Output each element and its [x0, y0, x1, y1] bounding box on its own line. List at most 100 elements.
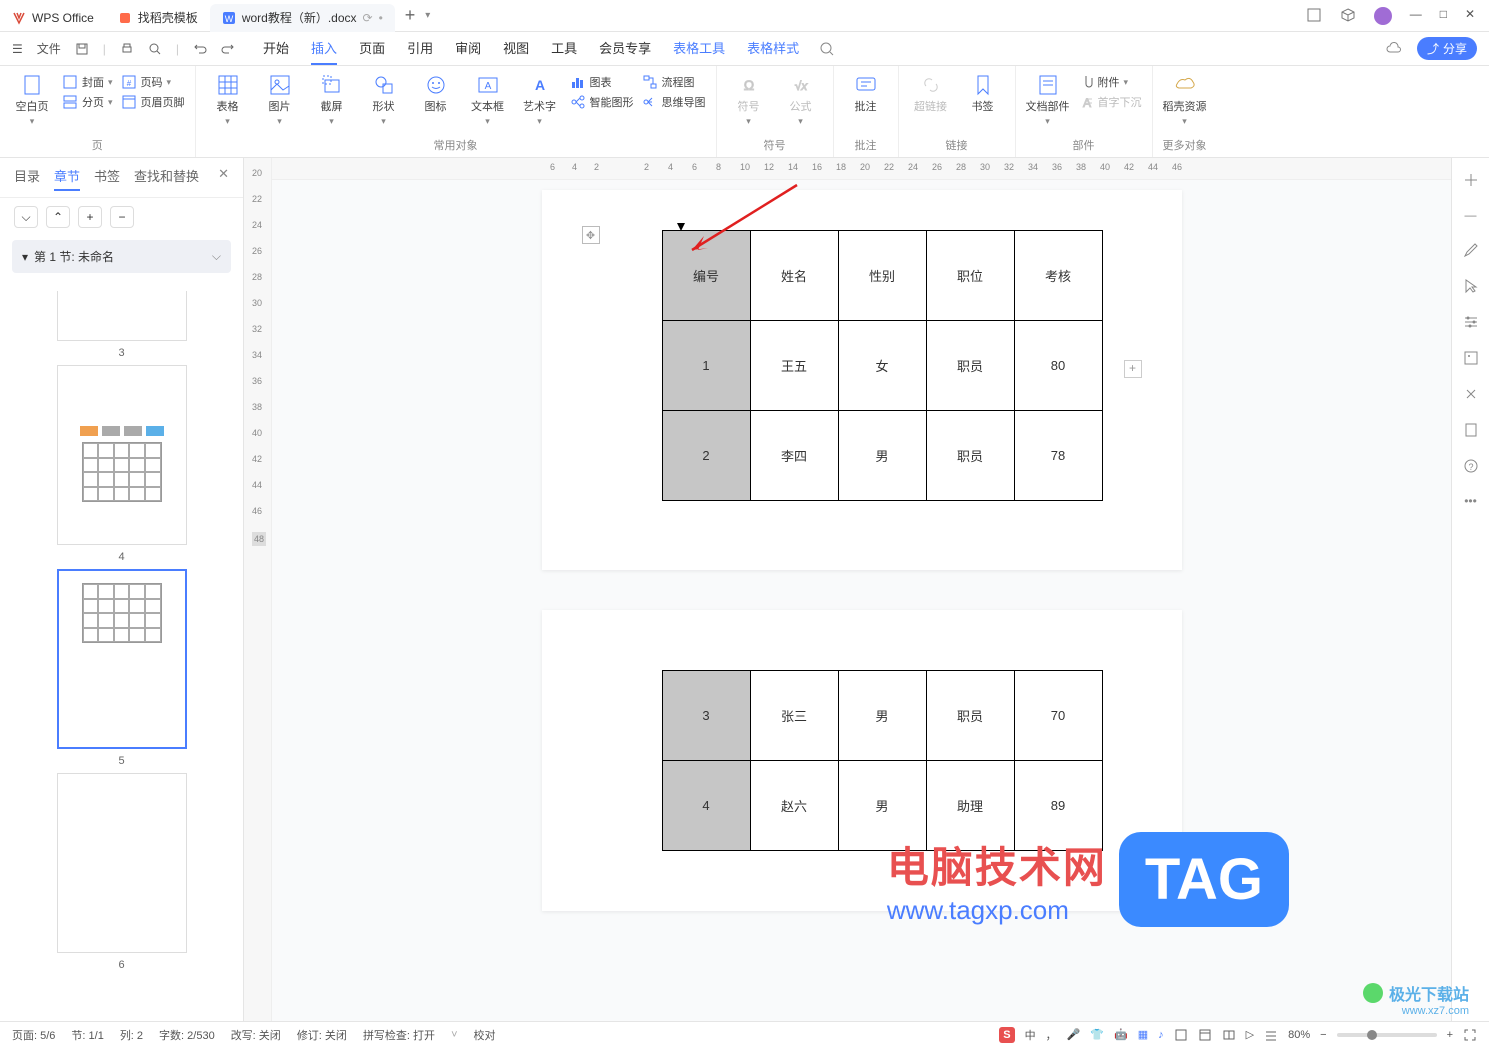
zoom-slider[interactable]	[1337, 1033, 1437, 1037]
page-thumb-5[interactable]	[57, 569, 187, 749]
page-thumb-4[interactable]	[57, 365, 187, 545]
search-icon[interactable]	[819, 41, 835, 57]
status-overwrite[interactable]: 改写: 关闭	[231, 1027, 281, 1043]
icon-button[interactable]: 图标	[414, 70, 458, 114]
add-column-button[interactable]: +	[1124, 360, 1142, 378]
shape-button[interactable]: 形状▾	[362, 70, 406, 127]
sidebar-tab-toc[interactable]: 目录	[14, 166, 40, 191]
section-menu-icon[interactable]: ⌵	[212, 249, 221, 264]
cell[interactable]: 70	[1014, 671, 1102, 761]
minus-icon[interactable]: —	[1465, 208, 1477, 222]
sidebar-tab-bookmark[interactable]: 书签	[94, 166, 120, 191]
cell[interactable]: 职员	[926, 411, 1014, 501]
status-column[interactable]: 列: 2	[120, 1027, 143, 1043]
status-page[interactable]: 页面: 5/6	[12, 1027, 55, 1043]
zoom-value[interactable]: 80%	[1288, 1029, 1310, 1041]
grid-icon[interactable]: ▦	[1138, 1028, 1148, 1041]
cell[interactable]: 78	[1014, 411, 1102, 501]
wordart-button[interactable]: A艺术字▾	[518, 70, 562, 127]
cell[interactable]: 王五	[750, 321, 838, 411]
chart-button[interactable]: 图表	[570, 74, 634, 90]
page-thumb-6[interactable]	[57, 773, 187, 953]
sidebar-remove-button[interactable]: −	[110, 206, 134, 228]
play-icon[interactable]: ▷	[1246, 1028, 1254, 1041]
app-tab[interactable]: WPS Office	[0, 4, 106, 32]
sidebar-close-icon[interactable]: ✕	[218, 166, 229, 191]
cell[interactable]: 3	[662, 671, 750, 761]
pagebreak-button[interactable]: 分页▾	[62, 94, 113, 110]
cell[interactable]: 张三	[750, 671, 838, 761]
print-preview-icon[interactable]	[148, 42, 162, 56]
flowchart-button[interactable]: 流程图	[642, 74, 706, 90]
status-section[interactable]: 节: 1/1	[71, 1027, 103, 1043]
headerfooter-button[interactable]: 页眉页脚	[121, 94, 185, 110]
resource-button[interactable]: 稻壳资源▾	[1163, 70, 1207, 127]
status-words[interactable]: 字数: 2/530	[159, 1027, 215, 1043]
minimize-button[interactable]: —	[1410, 7, 1422, 25]
sidebar-tab-chapter[interactable]: 章节	[54, 166, 80, 191]
blank-page-button[interactable]: 空白页▾	[10, 70, 54, 127]
tab-view[interactable]: 视图	[503, 32, 529, 65]
smartart-button[interactable]: 智能图形	[570, 94, 634, 110]
sidebar-add-button[interactable]: +	[78, 206, 102, 228]
cover-button[interactable]: 封面▾	[62, 74, 113, 90]
table-button[interactable]: 表格▾	[206, 70, 250, 127]
status-proof[interactable]: 校对	[474, 1027, 496, 1043]
view-web-icon[interactable]	[1198, 1028, 1212, 1042]
help-icon[interactable]: ?	[1463, 458, 1479, 474]
image-icon[interactable]	[1463, 350, 1479, 366]
more-icon[interactable]: •••	[1464, 494, 1477, 508]
symbol-button[interactable]: Ω符号▾	[727, 70, 771, 127]
share-button[interactable]: ⤴分享	[1417, 37, 1477, 60]
formula-button[interactable]: √x公式▾	[779, 70, 823, 127]
cell[interactable]: 职员	[926, 671, 1014, 761]
page-thumb-3[interactable]	[57, 291, 187, 341]
th-position[interactable]: 职位	[926, 231, 1014, 321]
th-score[interactable]: 考核	[1014, 231, 1102, 321]
cell[interactable]: 职员	[926, 321, 1014, 411]
wrench-icon[interactable]	[1463, 386, 1479, 402]
page-5[interactable]: ✥ 编号 姓名 性别 职位 考核 1 王五 女 职员 80	[542, 190, 1182, 570]
data-table-1[interactable]: 编号 姓名 性别 职位 考核 1 王五 女 职员 80 2 李四 男	[662, 230, 1103, 501]
cell[interactable]: 李四	[750, 411, 838, 501]
view-print-icon[interactable]	[1174, 1028, 1188, 1042]
cell[interactable]: 男	[838, 671, 926, 761]
docpart-button[interactable]: 文档部件▾	[1026, 70, 1070, 127]
fullscreen-icon[interactable]	[1463, 1028, 1477, 1042]
document-tab[interactable]: W word教程（新）.docx ⟳ •	[210, 4, 395, 32]
new-tab-button[interactable]: +	[395, 5, 426, 26]
table-move-handle[interactable]: ✥	[582, 226, 600, 244]
attachment-button[interactable]: 附件▾	[1078, 74, 1142, 90]
close-button[interactable]: ✕	[1465, 7, 1475, 25]
sidebar-collapse-button[interactable]: ⌵	[14, 206, 38, 228]
mindmap-button[interactable]: 思维导图	[642, 94, 706, 110]
picture-button[interactable]: 图片▾	[258, 70, 302, 127]
mic-icon[interactable]: 🎤	[1067, 1028, 1081, 1041]
music-icon[interactable]: ♪	[1158, 1029, 1164, 1041]
cell[interactable]: 赵六	[750, 761, 838, 851]
pagenum-button[interactable]: #页码▾	[121, 74, 185, 90]
menu-icon[interactable]: ☰	[12, 42, 23, 56]
comment-button[interactable]: 批注	[844, 70, 888, 114]
tab-table-tools[interactable]: 表格工具	[673, 32, 725, 65]
expand-icon[interactable]	[1463, 172, 1479, 188]
print-icon[interactable]	[120, 42, 134, 56]
cloud-icon[interactable]	[1385, 40, 1403, 58]
sidebar-expand-button[interactable]: ⌃	[46, 206, 70, 228]
cell[interactable]: 4	[662, 761, 750, 851]
ime-dot[interactable]: ，	[1046, 1027, 1057, 1043]
cell[interactable]: 女	[838, 321, 926, 411]
redo-icon[interactable]	[221, 42, 235, 56]
tab-member[interactable]: 会员专享	[599, 32, 651, 65]
cell[interactable]: 80	[1014, 321, 1102, 411]
save-icon[interactable]	[75, 42, 89, 56]
user-avatar[interactable]	[1374, 7, 1392, 25]
zoom-in-button[interactable]: +	[1447, 1029, 1453, 1041]
status-revision[interactable]: 修订: 关闭	[297, 1027, 347, 1043]
cell[interactable]: 1	[662, 321, 750, 411]
package-icon[interactable]	[1340, 7, 1356, 25]
cell[interactable]: 2	[662, 411, 750, 501]
sidebar-tab-find[interactable]: 查找和替换	[134, 166, 199, 191]
chevron-down-icon[interactable]: ˅	[451, 1029, 457, 1041]
bookmark-button[interactable]: 书签	[961, 70, 1005, 114]
